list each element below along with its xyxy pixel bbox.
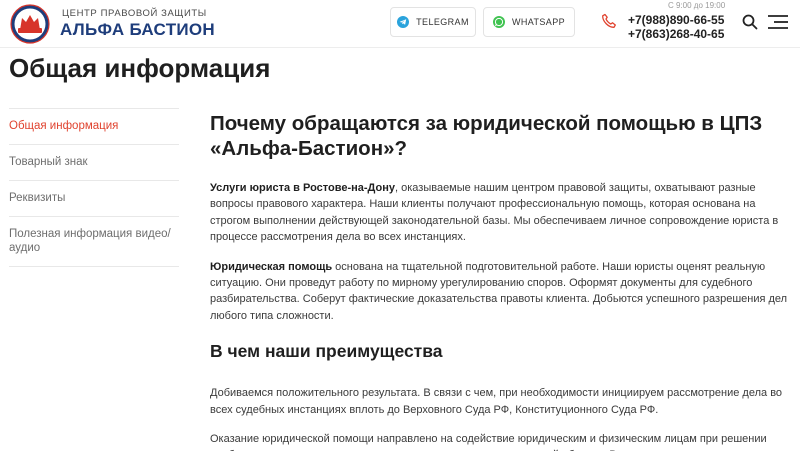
section-heading: Почему обращаются за юридической помощью…: [210, 112, 763, 160]
main-content: Почему обращаются за юридической помощью…: [210, 108, 790, 451]
paragraph-results: Добиваемся положительного результата. В …: [210, 387, 783, 416]
paragraph-legal-help: Юридическая помощь основана на тщательно…: [210, 259, 790, 325]
phone-number-1[interactable]: +7(988)890-66-55: [628, 13, 724, 27]
whatsapp-button[interactable]: WHATSAPP: [483, 7, 575, 37]
telegram-button[interactable]: TELEGRAM: [390, 7, 476, 37]
page-title: Общая информация: [9, 53, 271, 83]
whatsapp-icon: [492, 16, 505, 28]
brand-subtitle: ЦЕНТР ПРАВОВОЙ ЗАЩИТЫ: [62, 8, 207, 19]
telegram-label: TELEGRAM: [416, 17, 469, 27]
logo[interactable]: [10, 4, 50, 44]
advantages-heading: В чем наши преимущества: [210, 341, 443, 362]
paragraph-assistance: Оказание юридической помощи направлено н…: [210, 433, 767, 451]
site-header: ЦЕНТР ПРАВОВОЙ ЗАЩИТЫ АЛЬФА БАСТИОН TELE…: [0, 0, 800, 48]
sidebar-item-useful-info[interactable]: Полезная информация видео/аудио: [9, 216, 179, 267]
telegram-icon: [397, 16, 410, 28]
working-hours: С 9:00 до 19:00: [668, 1, 726, 10]
whatsapp-label: WHATSAPP: [511, 17, 566, 27]
phone-number-2[interactable]: +7(863)268-40-65: [628, 27, 724, 41]
legal-help-bold: Юридическая помощь: [210, 260, 333, 273]
search-icon[interactable]: [742, 14, 758, 30]
menu-icon[interactable]: [767, 14, 789, 30]
sidebar-item-general-info[interactable]: Общая информация: [9, 108, 179, 144]
phone-icon: [602, 13, 616, 28]
services-bold: Услуги юриста в Ростове-на-Дону: [210, 182, 395, 194]
sidebar-item-trademark[interactable]: Товарный знак: [9, 144, 179, 180]
sidebar-item-requisites[interactable]: Реквизиты: [9, 180, 179, 216]
sidebar-nav: Общая информация Товарный знак Реквизиты…: [9, 108, 179, 267]
brand-name[interactable]: АЛЬФА БАСТИОН: [60, 20, 215, 40]
paragraph-services: Услуги юриста в Ростове-на-Дону, оказыва…: [210, 180, 790, 246]
